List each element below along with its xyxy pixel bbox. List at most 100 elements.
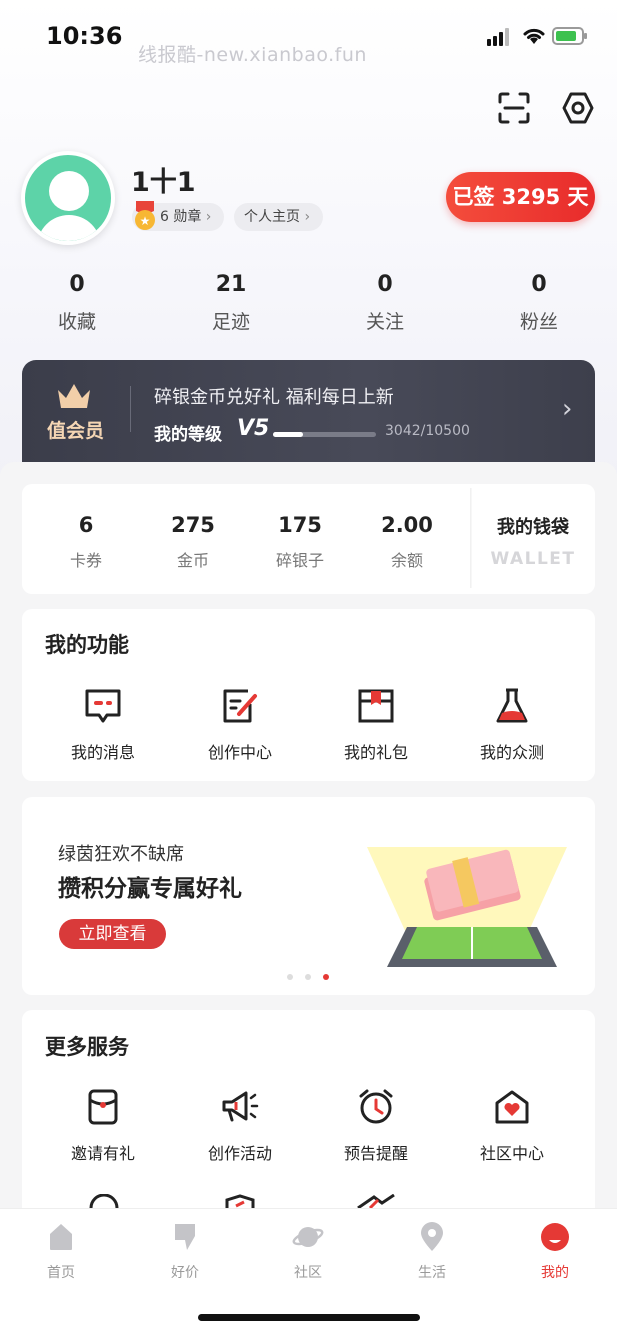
chevron-right-icon: ›: [300, 209, 311, 225]
wallet-item-silver[interactable]: 175 碎银子: [250, 513, 350, 571]
homepage-chip[interactable]: 个人主页 ›: [234, 203, 323, 231]
vip-divider: [130, 386, 131, 432]
svg-text:★: ★: [140, 214, 151, 228]
wallet-item-coupons[interactable]: 6 卡券: [36, 513, 136, 571]
stat-label: 关注: [365, 311, 404, 333]
settings-icon[interactable]: [561, 91, 595, 125]
services-title: 更多服务: [45, 1035, 129, 1059]
carousel-dot[interactable]: [287, 974, 293, 980]
func-label: 我的礼包: [343, 743, 408, 762]
wallet-subtitle: WALLET: [490, 549, 576, 569]
location-icon: [421, 1222, 443, 1251]
tab-life[interactable]: 生活: [382, 1222, 482, 1282]
alarm-icon: [359, 1089, 393, 1124]
tab-deals[interactable]: 好价: [135, 1222, 235, 1282]
vip-level-prefix: 我的等级: [154, 425, 222, 445]
home-icon: [50, 1224, 72, 1250]
vip-level: V5: [237, 416, 270, 441]
stat-following[interactable]: 0 关注: [315, 272, 455, 334]
wallet-value: 275: [171, 513, 215, 537]
vip-card[interactable]: 值会员 碎银金币兑好礼 福利每日上新 我的等级 V5 3042/10500 ›: [22, 360, 595, 465]
vip-progress-bar: [273, 432, 376, 437]
message-icon: [85, 689, 121, 723]
wallet-label: 余额: [390, 551, 423, 570]
scan-icon[interactable]: [497, 91, 531, 125]
vip-promo: 碎银金币兑好礼 福利每日上新: [154, 387, 394, 408]
wallet-label: 金币: [176, 551, 209, 570]
service-invite[interactable]: 邀请有礼: [48, 1088, 158, 1164]
home-indicator: [198, 1314, 420, 1321]
service-more-icon: [357, 1194, 395, 1208]
stat-value: 0: [377, 272, 393, 297]
community-house-icon: [495, 1090, 529, 1124]
func-gifts[interactable]: 我的礼包: [321, 687, 431, 763]
homepage-label: 个人主页: [244, 209, 300, 225]
wallet-item-balance[interactable]: 2.00 余额: [357, 513, 457, 571]
service-label: 预告提醒: [343, 1144, 408, 1163]
func-creation[interactable]: 创作中心: [185, 687, 295, 763]
functions-title: 我的功能: [45, 633, 129, 657]
wallet-value: 175: [278, 513, 322, 537]
chevron-right-icon: ›: [201, 209, 212, 225]
wallet-item-gold[interactable]: 275 金币: [143, 513, 243, 571]
tab-home[interactable]: 首页: [11, 1222, 111, 1282]
tab-label: 好价: [171, 1265, 199, 1281]
service-more-icon: [89, 1194, 119, 1208]
service-reminder[interactable]: 预告提醒: [321, 1088, 431, 1164]
medal-label: 6 勋章: [160, 209, 202, 225]
edit-icon: [223, 689, 257, 723]
func-label: 创作中心: [207, 743, 272, 762]
stat-fans[interactable]: 0 粉丝: [469, 272, 609, 334]
chevron-right-icon: ›: [562, 394, 573, 424]
wallet-title: 我的钱袋: [497, 517, 569, 538]
flask-icon: [496, 688, 528, 723]
banner-subtitle: 绿茵狂欢不缺席: [58, 844, 184, 865]
vip-label: 值会员: [47, 420, 105, 442]
stat-footprints[interactable]: 21 足迹: [161, 272, 301, 334]
profile-icon: [541, 1223, 569, 1251]
wallet-entry[interactable]: 我的钱袋 WALLET: [483, 513, 583, 569]
stat-label: 收藏: [57, 311, 96, 333]
gift-icon: [358, 689, 394, 723]
medal-icon: ★: [135, 201, 155, 230]
wallet-label: 碎银子: [275, 551, 324, 570]
func-testing[interactable]: 我的众测: [457, 687, 567, 763]
wallet-value: 2.00: [381, 513, 433, 537]
func-label: 我的消息: [70, 743, 135, 762]
tab-label: 我的: [541, 1265, 569, 1281]
vip-progress-text: 3042/10500: [385, 423, 470, 439]
medal-chip[interactable]: ★ 6 勋章 ›: [132, 201, 224, 231]
tab-label: 生活: [418, 1265, 446, 1281]
status-time: 10:36: [46, 22, 123, 50]
megaphone-icon: [222, 1091, 259, 1122]
deal-icon: [175, 1224, 195, 1250]
service-community[interactable]: 社区中心: [457, 1088, 567, 1164]
service-label: 邀请有礼: [70, 1144, 135, 1163]
service-label: 社区中心: [479, 1144, 544, 1163]
tab-community[interactable]: 社区: [258, 1222, 358, 1282]
stat-label: 粉丝: [519, 311, 558, 333]
banner-view-button[interactable]: 立即查看: [59, 919, 166, 949]
service-activities[interactable]: 创作活动: [185, 1088, 295, 1164]
stat-value: 21: [215, 272, 247, 297]
wallet-divider: [470, 488, 472, 588]
service-label: 创作活动: [207, 1144, 272, 1163]
banner-title: 攒积分赢专属好礼: [58, 876, 242, 902]
tab-profile[interactable]: 我的: [505, 1222, 605, 1282]
stat-label: 足迹: [211, 311, 250, 333]
func-label: 我的众测: [479, 743, 544, 762]
stat-value: 0: [531, 272, 547, 297]
avatar[interactable]: [21, 151, 115, 245]
carousel-dot-active[interactable]: [323, 974, 329, 980]
wifi-icon: [522, 26, 546, 50]
signin-button[interactable]: 已签 3295 天: [446, 172, 595, 222]
func-messages[interactable]: 我的消息: [48, 687, 158, 763]
service-more-icon: [225, 1194, 255, 1208]
banner-illustration: [367, 847, 567, 967]
watermark-text: 线报酷-new.xianbao.fun: [138, 44, 367, 66]
carousel-dot[interactable]: [305, 974, 311, 980]
wallet-label: 卡券: [69, 551, 102, 570]
planet-icon: [292, 1227, 324, 1247]
stat-value: 0: [69, 272, 85, 297]
stat-favorites[interactable]: 0 收藏: [7, 272, 147, 334]
